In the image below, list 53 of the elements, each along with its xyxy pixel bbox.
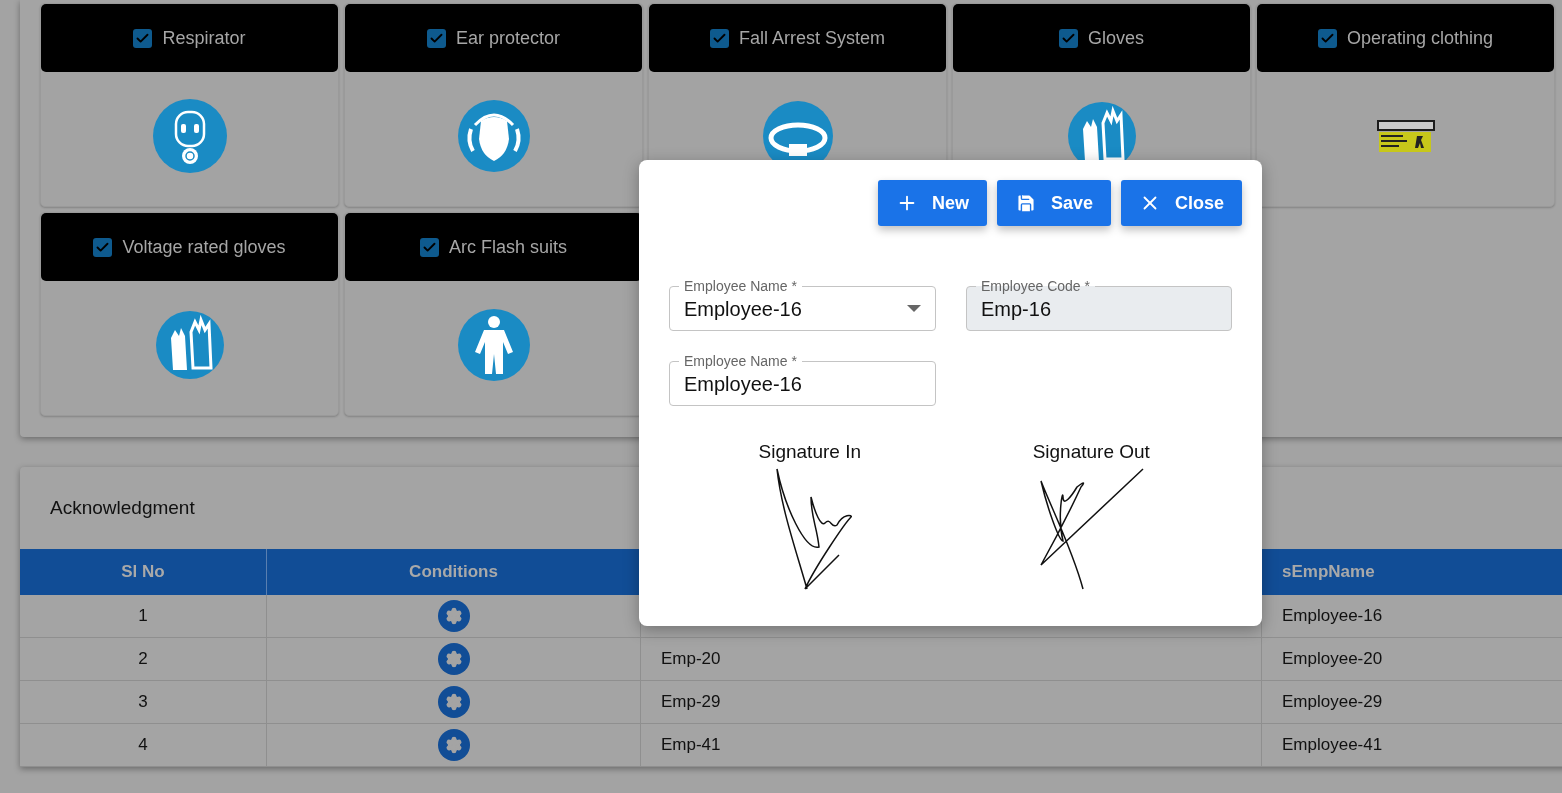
column-header: Sl No: [121, 561, 165, 584]
close-button[interactable]: Close: [1120, 180, 1242, 226]
section-title: Acknowledgment: [50, 495, 195, 520]
settings-button[interactable]: [437, 600, 470, 632]
table-cell-text: Employee-41: [1282, 734, 1383, 757]
respirator-icon: [151, 98, 228, 174]
field-value: Employee-16: [684, 371, 803, 397]
table-cell-text: 4: [138, 734, 148, 757]
ppe-label: Respirator: [162, 26, 246, 50]
table-cell-text: Employee-20: [1282, 648, 1383, 671]
ppe-label: Voltage rated gloves: [122, 235, 286, 259]
gloves-icon: [154, 310, 225, 380]
field-value: Employee-16: [684, 296, 803, 322]
table-cell-text: 2: [138, 648, 148, 671]
checkbox[interactable]: [93, 237, 113, 257]
protective-suit-icon: [456, 308, 531, 382]
checkbox[interactable]: [133, 28, 153, 48]
settings-icon: [444, 736, 463, 754]
field-label: Employee Name *: [679, 352, 802, 370]
column-header: sEmpName: [1282, 561, 1375, 584]
checkbox[interactable]: [420, 237, 439, 257]
settings-icon: [444, 650, 463, 668]
ppe-label: Fall Arrest System: [739, 26, 885, 50]
table-cell-text: 3: [138, 691, 148, 714]
ppe-label: Ear protector: [455, 26, 560, 50]
signature-label: Signature Out: [1032, 440, 1150, 464]
ppe-label: Gloves: [1088, 26, 1144, 50]
field-label: Employee Code *: [976, 277, 1095, 295]
new-button[interactable]: New: [877, 180, 987, 226]
field-value: Emp-16: [981, 296, 1053, 322]
checkbox[interactable]: [710, 28, 729, 48]
table-cell-text: Emp-41: [661, 734, 721, 757]
ppe-label: Operating clothing: [1346, 26, 1494, 50]
ppe-label: Arc Flash suits: [449, 235, 567, 259]
checkbox[interactable]: [1059, 28, 1078, 48]
table-cell-text: Employee-29: [1282, 691, 1383, 714]
settings-button[interactable]: [437, 643, 470, 675]
column-header: Conditions: [409, 561, 498, 584]
ear-protector-icon: [456, 99, 531, 173]
settings-icon: [444, 693, 463, 711]
table-cell-text: 1: [138, 605, 148, 628]
checkbox[interactable]: [1317, 28, 1337, 48]
settings-button[interactable]: [437, 686, 470, 718]
table-cell-text: Emp-20: [661, 648, 721, 671]
dropdown-icon: [907, 304, 921, 313]
field-label: Employee Name *: [679, 277, 802, 295]
table-cell-text: Employee-16: [1282, 605, 1383, 628]
table-cell-text: Emp-29: [661, 691, 721, 714]
signature-label: Signature In: [758, 440, 861, 464]
checkbox[interactable]: [426, 28, 446, 48]
save-button[interactable]: Save: [996, 180, 1111, 226]
settings-icon: [444, 607, 463, 625]
settings-button[interactable]: [437, 729, 470, 761]
